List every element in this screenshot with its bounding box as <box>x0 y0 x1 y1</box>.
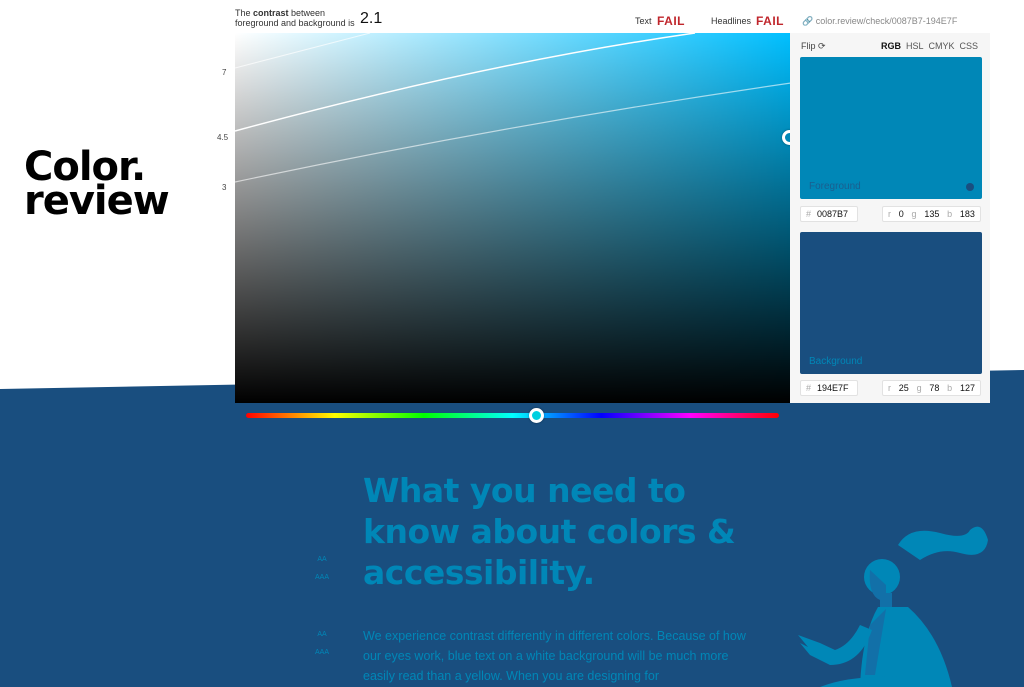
headlines-label: Headlines <box>711 16 752 26</box>
headline-line: know about colors & <box>363 512 736 551</box>
foreground-hex-input[interactable]: #0087B7 <box>800 206 858 222</box>
contrast-ratio: 2.1 <box>360 10 383 27</box>
color-picker-area[interactable] <box>235 33 791 403</box>
background-rgb-input[interactable]: r 25 g 78 b 127 <box>882 380 981 396</box>
hue-slider[interactable] <box>246 413 779 418</box>
share-link[interactable]: 🔗 color.review/check/0087B7-194E7F <box>802 16 957 27</box>
link-icon: 🔗 <box>802 16 814 26</box>
swatch-indicator-dot <box>966 183 974 191</box>
aa-badge-paragraph: AA AAA <box>314 631 329 656</box>
flip-button[interactable]: Flip ⟳ <box>801 41 826 52</box>
contrast-curves <box>235 33 791 183</box>
logo[interactable]: Color. review <box>24 147 170 224</box>
tick-4-5: 4.5 <box>217 133 229 142</box>
mode-tabs: RGB HSL CMYK CSS <box>881 41 978 51</box>
foreground-swatch[interactable]: Foreground <box>800 57 982 199</box>
aa-badge-headline: AA AAA <box>314 556 329 581</box>
contrast-label: The contrast between foreground and backg… <box>235 8 355 28</box>
color-panel: Flip ⟳ RGB HSL CMYK CSS Foreground #0087… <box>790 33 990 403</box>
hue-slider-handle[interactable] <box>529 408 544 423</box>
tab-rgb[interactable]: RGB <box>881 41 901 51</box>
tick-7: 7 <box>222 68 227 77</box>
logo-line2: review <box>24 178 170 224</box>
background-hex-input[interactable]: #194E7F <box>800 380 858 396</box>
foreground-rgb-input[interactable]: r 0 g 135 b 183 <box>882 206 981 222</box>
tab-cmyk[interactable]: CMYK <box>928 41 954 51</box>
contrast-header: The contrast between foreground and backg… <box>235 8 990 33</box>
article-headline: What you need to know about colors & acc… <box>363 470 736 593</box>
text-status-badge: FAIL <box>657 14 685 28</box>
tab-hsl[interactable]: HSL <box>906 41 924 51</box>
article-paragraph: We experience contrast differently in di… <box>363 629 746 683</box>
text-label: Text <box>635 16 652 26</box>
foreground-label: Foreground <box>809 181 861 192</box>
headlines-status-badge: FAIL <box>756 14 784 28</box>
headline-line: accessibility. <box>363 553 595 592</box>
woman-illustration <box>798 526 988 687</box>
headline-line: What you need to <box>363 471 686 510</box>
refresh-icon: ⟳ <box>818 41 826 51</box>
background-swatch[interactable]: Background <box>800 232 982 374</box>
tick-3: 3 <box>222 183 227 192</box>
background-label: Background <box>809 356 863 367</box>
tab-css[interactable]: CSS <box>959 41 978 51</box>
